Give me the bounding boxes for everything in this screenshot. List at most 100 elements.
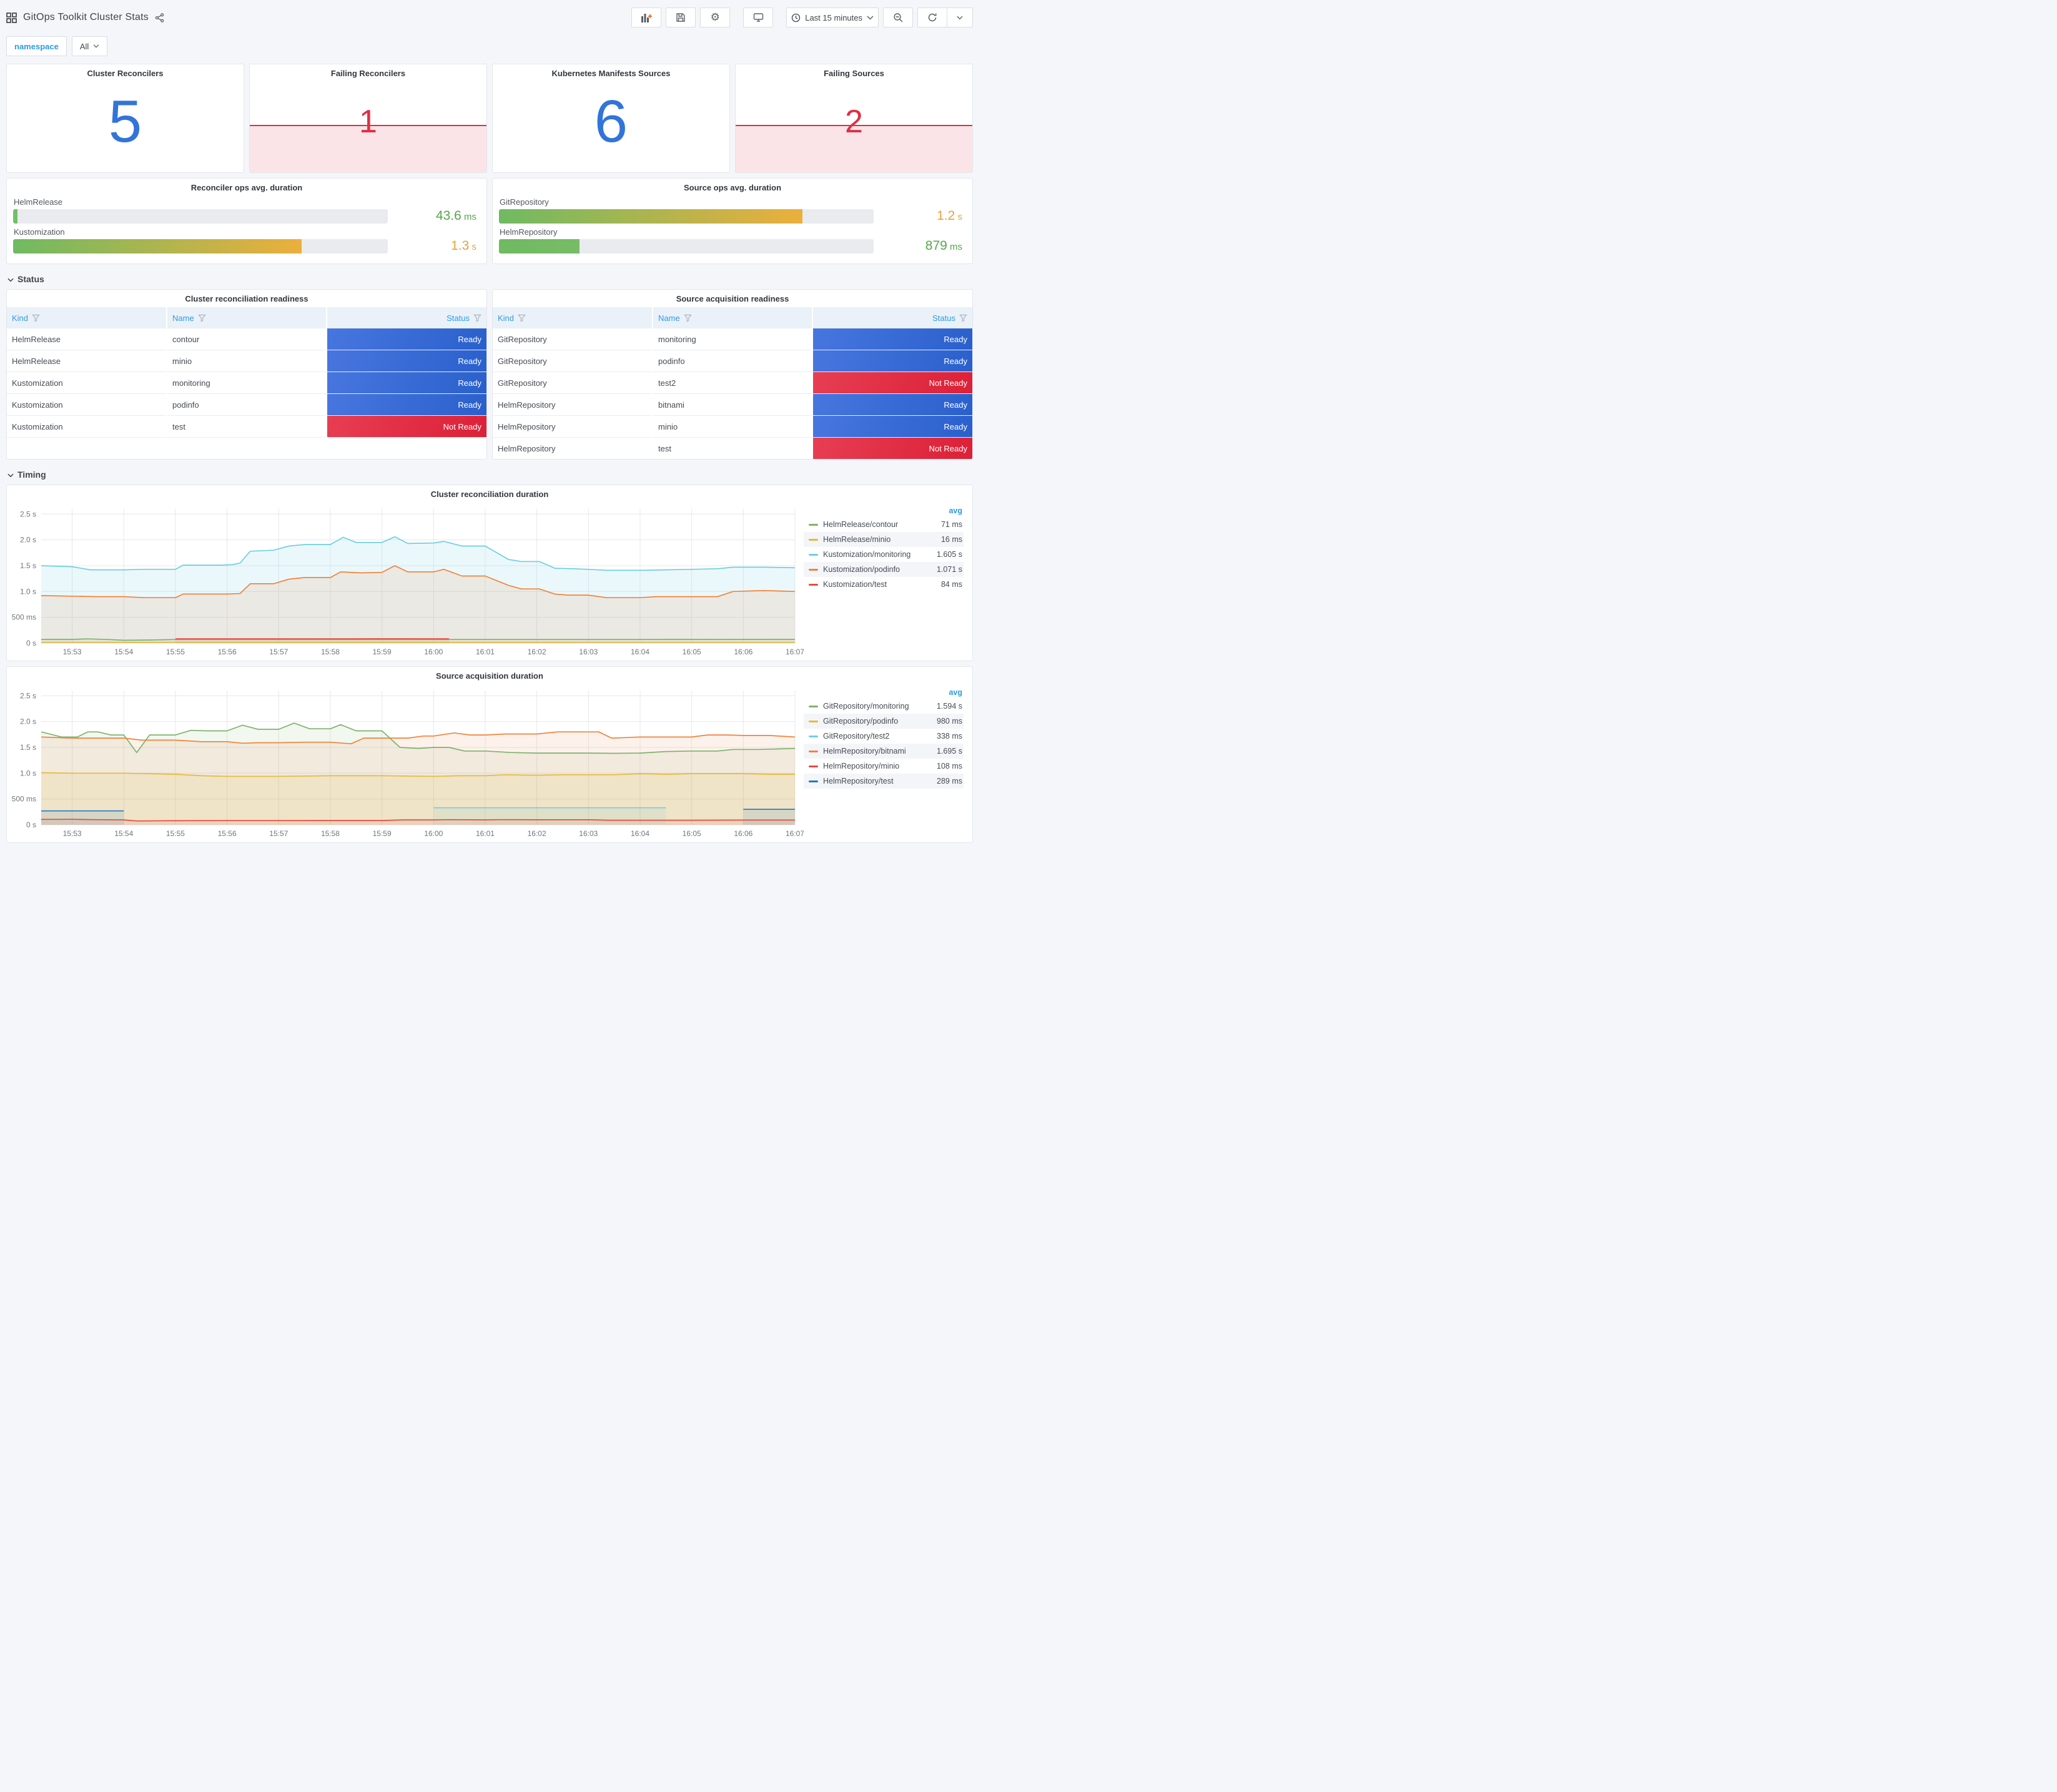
svg-text:15:55: 15:55: [166, 829, 185, 838]
column-header-name[interactable]: Name: [652, 307, 812, 328]
legend-swatch: [809, 553, 818, 556]
bargauge-number: 1.2: [937, 209, 955, 223]
svg-text:15:54: 15:54: [114, 647, 133, 656]
stat-panel: Cluster Reconcilers 5: [6, 64, 244, 173]
filter-funnel-icon[interactable]: [683, 314, 692, 322]
svg-text:16:00: 16:00: [424, 647, 443, 656]
cell-name: test: [652, 437, 812, 459]
timeseries-panel: Cluster reconciliation duration 0 s 500 ms…: [6, 485, 973, 661]
chart-body: 0 s 500 ms 1.0 s 1.5 s 2.0 s 2.5 s 15:53 15:54 1…: [7, 684, 972, 841]
svg-text:16:05: 16:05: [683, 829, 701, 838]
svg-text:500 ms: 500 ms: [12, 613, 36, 622]
legend-avg-value: 1.605 s: [936, 550, 962, 559]
legend-item[interactable]: Kustomization/podinfo 1.071 s: [804, 562, 964, 577]
cell-status: Ready: [326, 350, 486, 372]
svg-text:15:56: 15:56: [218, 647, 237, 656]
legend-item[interactable]: GitRepository/podinfo 980 ms: [804, 714, 964, 729]
cell-kind: HelmRelease: [7, 350, 167, 372]
legend-item[interactable]: HelmRepository/bitnami 1.695 s: [804, 744, 964, 759]
cycle-view-button[interactable]: [743, 7, 774, 27]
filter-funnel-icon[interactable]: [959, 314, 967, 322]
legend-avg-header[interactable]: avg: [804, 687, 964, 699]
add-panel-button[interactable]: [631, 7, 662, 27]
legend-avg-value: 289 ms: [937, 777, 962, 785]
section-status[interactable]: Status: [7, 274, 973, 284]
legend-item[interactable]: Kustomization/test 84 ms: [804, 577, 964, 592]
panel-title[interactable]: Cluster Reconcilers: [7, 64, 244, 82]
legend-avg-value: 71 ms: [940, 520, 962, 529]
svg-text:2.5 s: 2.5 s: [20, 691, 36, 700]
panel-title[interactable]: Cluster reconciliation duration: [7, 485, 972, 503]
bargauge-item: Kustomization 1.3 s: [13, 227, 479, 254]
column-header-kind[interactable]: Kind: [7, 307, 167, 328]
bargauge-value: 43.6 ms: [388, 209, 479, 224]
svg-text:1.5 s: 1.5 s: [20, 561, 36, 570]
bargauge-value: 879 ms: [874, 239, 965, 254]
chart-canvas[interactable]: 0 s 500 ms 1.0 s 1.5 s 2.0 s 2.5 s 15:53 15:54 1…: [7, 684, 804, 841]
panel-title[interactable]: Failing Reconcilers: [250, 64, 486, 82]
bargauge-line: 1.3 s: [13, 239, 479, 254]
legend-avg-header[interactable]: avg: [804, 505, 964, 517]
column-header-name[interactable]: Name: [166, 307, 327, 328]
svg-text:15:53: 15:53: [63, 647, 82, 656]
panel-title[interactable]: Kubernetes Manifests Sources: [493, 64, 729, 82]
legend-avg-value: 980 ms: [937, 717, 962, 726]
dashboard-settings-button[interactable]: ⚙: [700, 7, 731, 27]
status-badge: Ready: [327, 328, 486, 350]
bargauge-number: 879: [925, 239, 947, 253]
cell-status: Not Ready: [326, 415, 486, 438]
filter-funnel-icon[interactable]: [32, 314, 40, 322]
dashboards-grid-icon[interactable]: [6, 12, 17, 23]
cell-name: minio: [652, 415, 812, 438]
column-header-status[interactable]: Status: [326, 307, 486, 328]
share-icon[interactable]: [155, 12, 164, 22]
cell-kind: Kustomization: [7, 372, 167, 394]
column-header-status[interactable]: Status: [812, 307, 972, 328]
chart-canvas[interactable]: 0 s 500 ms 1.0 s 1.5 s 2.0 s 2.5 s 15:53 15:54 1…: [7, 503, 804, 659]
panel-title[interactable]: Source acquisition readiness: [493, 290, 972, 307]
status-badge: Ready: [813, 328, 972, 350]
svg-text:16:02: 16:02: [528, 647, 546, 656]
svg-text:15:58: 15:58: [321, 647, 340, 656]
bargauge-line: 1.2 s: [499, 209, 965, 224]
legend-item[interactable]: Kustomization/monitoring 1.605 s: [804, 547, 964, 562]
status-badge: Ready: [327, 372, 486, 393]
svg-text:16:07: 16:07: [786, 829, 804, 838]
cell-status: Ready: [326, 372, 486, 394]
namespace-variable-value[interactable]: All: [71, 36, 108, 56]
save-dashboard-button[interactable]: [666, 7, 696, 27]
bargauge-line: 43.6 ms: [13, 209, 479, 224]
filter-funnel-icon[interactable]: [197, 314, 206, 322]
zoom-out-button[interactable]: [883, 7, 913, 27]
refresh-button[interactable]: [917, 7, 947, 27]
legend-item[interactable]: GitRepository/monitoring 1.594 s: [804, 699, 964, 714]
legend-item[interactable]: HelmRelease/contour 71 ms: [804, 517, 964, 532]
section-timing[interactable]: Timing: [7, 470, 973, 480]
filter-funnel-icon[interactable]: [473, 314, 481, 322]
legend-item[interactable]: HelmRelease/minio 16 ms: [804, 532, 964, 547]
stat-panel: Failing Sources 2: [735, 64, 973, 173]
refresh-interval-dropdown[interactable]: [947, 7, 973, 27]
chart-plot-area: 0 s 500 ms 1.0 s 1.5 s 2.0 s 2.5 s 15:53 15:54 1…: [7, 684, 804, 841]
legend-series-name: GitRepository/test2: [823, 732, 890, 741]
panel-title[interactable]: Cluster reconciliation readiness: [7, 290, 486, 307]
chart-legend: avg GitRepository/monitoring 1.594 s GitRep…: [804, 684, 972, 841]
cell-kind: GitRepository: [493, 372, 653, 394]
charts-column: Cluster reconciliation duration 0 s 500 ms…: [6, 485, 973, 843]
column-header-kind[interactable]: Kind: [493, 307, 653, 328]
panel-title[interactable]: Failing Sources: [736, 64, 972, 82]
bargauge-body: GitRepository 1.2 s HelmRepository 879 ms: [493, 196, 972, 254]
panel-title[interactable]: Reconciler ops avg. duration: [7, 179, 486, 196]
panel-title[interactable]: Source ops avg. duration: [493, 179, 972, 196]
panel-title[interactable]: Source acquisition duration: [7, 667, 972, 684]
legend-item[interactable]: HelmRepository/minio 108 ms: [804, 759, 964, 774]
legend-item[interactable]: GitRepository/test2 338 ms: [804, 729, 964, 744]
chart-plot-area: 0 s 500 ms 1.0 s 1.5 s 2.0 s 2.5 s 15:53 15:54 1…: [7, 503, 804, 659]
status-badge: Not Ready: [813, 438, 972, 459]
legend-series-name: Kustomization/monitoring: [823, 550, 911, 559]
filter-funnel-icon[interactable]: [518, 314, 526, 322]
bargauge-track: [499, 239, 874, 254]
legend-item[interactable]: HelmRepository/test 289 ms: [804, 774, 964, 789]
time-range-picker[interactable]: Last 15 minutes: [786, 7, 879, 27]
legend-swatch: [809, 538, 818, 541]
